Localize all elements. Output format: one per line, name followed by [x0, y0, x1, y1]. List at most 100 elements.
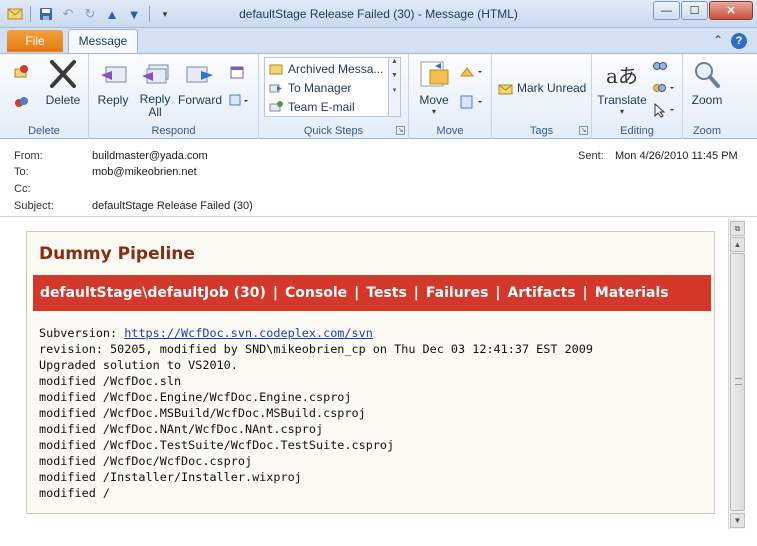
subject-label: Subject: [14, 200, 54, 212]
subversion-url-link[interactable]: https://WcfDoc.svn.codeplex.com/svn [124, 326, 373, 340]
respond-group: Reply Reply All Forward Respond [89, 54, 259, 139]
translate-label: Translate [597, 93, 647, 107]
artifacts-link[interactable]: Artifacts [508, 285, 576, 301]
nav-separator: | [495, 285, 501, 301]
vertical-scrollbar[interactable]: ⧉ ▲ ▼ [728, 219, 745, 529]
cleanup-icon[interactable] [13, 94, 29, 110]
translate-icon: aあ [606, 63, 638, 88]
delete-icon [47, 58, 79, 90]
select-icon[interactable] [652, 102, 678, 118]
move-dropdown-icon: ▾ [431, 107, 436, 116]
from-value[interactable]: buildmaster@yada.com [92, 150, 208, 162]
zoom-label: Zoom [691, 93, 723, 107]
modified-file-line: modified /Installer/Installer.wixproj [39, 470, 302, 484]
close-button[interactable]: ✕ [709, 1, 753, 20]
translate-button[interactable]: aあ Translate ▾ [596, 58, 648, 117]
to-manager-icon [268, 80, 284, 96]
modified-file-line: modified / [39, 486, 111, 500]
delete-button[interactable]: Delete [41, 58, 85, 107]
reply-icon [97, 58, 129, 90]
move-label: Move [419, 93, 449, 107]
subversion-line: Subversion: https://WcfDoc.svn.codeplex.… [39, 325, 593, 341]
zoom-group: Zoom Zoom [683, 54, 731, 139]
quick-step-archived[interactable]: Archived Messa... [268, 61, 383, 77]
zoom-button[interactable]: Zoom [689, 58, 725, 107]
actions-icon[interactable] [459, 94, 485, 110]
find-icon[interactable] [652, 58, 668, 74]
zoom-group-label: Zoom [692, 125, 722, 137]
quick-step-to-manager[interactable]: To Manager [268, 80, 351, 96]
respond-group-label: Respond [151, 125, 196, 137]
build-log: Subversion: https://WcfDoc.svn.codeplex.… [39, 325, 593, 501]
message-header: From: buildmaster@yada.com Sent: Mon 4/2… [0, 139, 757, 217]
sent-label: Sent: [578, 150, 604, 162]
tab-file[interactable]: File [7, 30, 63, 52]
commit-comment: Upgraded solution to VS2010. [39, 358, 238, 372]
modified-file-line: modified /WcfDoc/WcfDoc.csproj [39, 454, 253, 468]
console-link[interactable]: Console [285, 285, 347, 301]
quick-steps-group: Archived Messa... To Manager Team E-mail… [259, 54, 409, 139]
reply-button[interactable]: Reply [94, 58, 132, 107]
move-button[interactable]: Move ▾ [415, 58, 453, 116]
delete-label: Delete [45, 93, 81, 107]
from-label: From: [14, 150, 43, 162]
job-link[interactable]: defaultStage\defaultJob (30) [40, 285, 266, 301]
reply-all-label: Reply All [139, 92, 171, 119]
tab-message[interactable]: Message [68, 29, 138, 53]
tags-group-label: Tags [529, 125, 554, 137]
pipeline-nav-bar: defaultStage\defaultJob (30) | Console |… [33, 275, 711, 311]
nav-separator: | [354, 285, 360, 301]
zoom-magnifier-icon [691, 58, 723, 90]
failures-link[interactable]: Failures [426, 285, 489, 301]
subversion-label: Subversion: [39, 326, 125, 340]
window-controls: — ☐ ✕ [653, 1, 753, 20]
quick-steps-scroll[interactable]: ▲ ▼ ▾ [388, 58, 400, 116]
nav-separator: | [272, 285, 279, 301]
ribbon-tabs: File Message ⌃ ? [0, 28, 757, 53]
tags-launcher[interactable]: ↘ [579, 126, 588, 135]
reply-all-button[interactable]: Reply All [135, 58, 175, 119]
scroll-down-icon[interactable]: ▼ [730, 513, 745, 528]
maximize-button[interactable]: ☐ [681, 1, 708, 20]
delete-group-label: Delete [28, 125, 60, 137]
quick-steps-gallery: Archived Messa... To Manager Team E-mail… [264, 57, 401, 117]
reply-all-icon [139, 58, 171, 90]
quick-steps-group-label: Quick Steps [303, 125, 364, 137]
more-respond-icon[interactable] [229, 92, 251, 108]
quick-steps-launcher[interactable]: ↘ [396, 126, 405, 135]
email-content-frame: Dummy Pipeline defaultStage\defaultJob (… [26, 231, 715, 514]
tests-link[interactable]: Tests [366, 285, 407, 301]
quick-step-archived-label: Archived Messa... [288, 62, 384, 76]
ribbon: Delete Delete Reply Reply All Forward Re… [0, 53, 757, 139]
minimize-button[interactable]: — [653, 1, 680, 20]
modified-file-line: modified /WcfDoc.TestSuite/WcfDoc.TestSu… [39, 438, 395, 452]
scroll-up-icon[interactable]: ▲ [730, 237, 745, 252]
to-value[interactable]: mob@mikeobrien.net [92, 166, 197, 178]
mark-unread-label: Mark Unread [517, 81, 587, 95]
modified-file-line: modified /WcfDoc.MSBuild/WcfDoc.MSBuild.… [39, 406, 366, 420]
ribbon-tab-tools: ⌃ ? [713, 33, 747, 49]
forward-label: Forward [177, 93, 222, 107]
meeting-icon[interactable] [229, 64, 245, 80]
scroll-thumb[interactable] [730, 253, 745, 511]
window-title: defaultStage Release Failed (30) - Messa… [239, 7, 518, 21]
forward-button[interactable]: Forward [177, 58, 223, 107]
mark-unread-button[interactable]: Mark Unread [498, 80, 586, 96]
rules-icon[interactable] [459, 64, 485, 80]
mark-unread-icon [498, 80, 514, 96]
move-group-label: Move [436, 125, 464, 137]
collapse-ribbon-icon[interactable]: ⌃ [713, 33, 723, 49]
related-icon[interactable] [652, 80, 678, 96]
cc-label: Cc: [14, 183, 31, 195]
pipeline-title: Dummy Pipeline [39, 244, 195, 264]
quick-step-to-manager-label: To Manager [288, 81, 352, 95]
quick-step-team-email[interactable]: Team E-mail [268, 99, 355, 115]
ignore-icon[interactable] [13, 64, 29, 80]
nav-separator: | [413, 285, 419, 301]
editing-group: aあ Translate ▾ Editing [592, 54, 683, 139]
page-icon[interactable]: ⧉ [730, 221, 745, 236]
materials-link[interactable]: Materials [595, 285, 669, 301]
editing-group-label: Editing [620, 125, 654, 137]
help-icon[interactable]: ? [731, 33, 747, 49]
sent-value: Mon 4/26/2010 11:45 PM [615, 150, 738, 162]
